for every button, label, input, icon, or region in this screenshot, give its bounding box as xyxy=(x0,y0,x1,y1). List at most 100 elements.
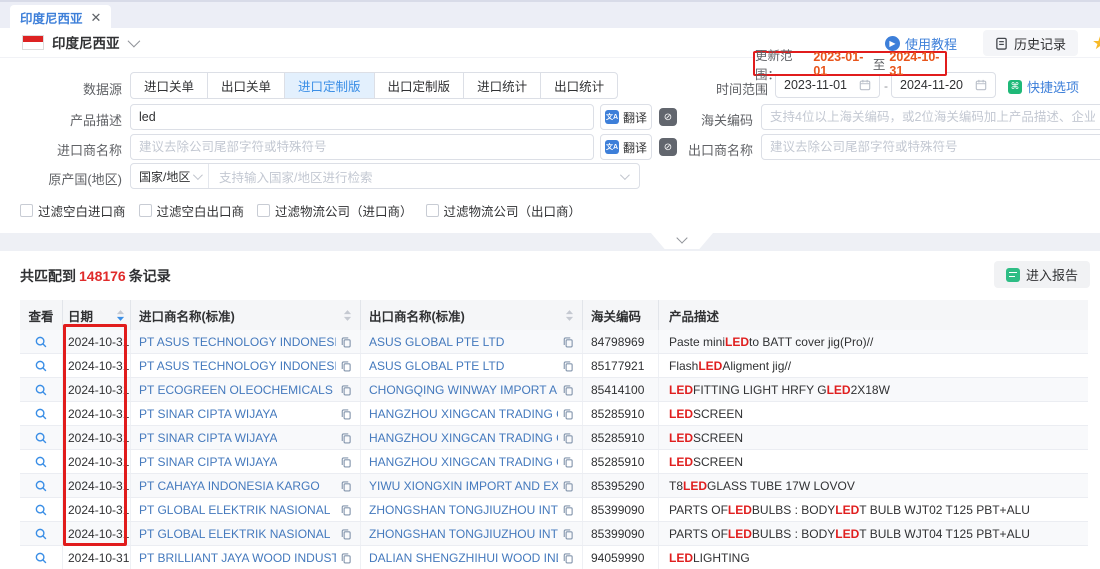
importer-link[interactable]: PT ASUS TECHNOLOGY INDONESIA BA... xyxy=(139,335,336,349)
view-detail-icon[interactable] xyxy=(34,335,48,349)
copy-icon[interactable] xyxy=(340,504,352,516)
highlighted-keyword: LED xyxy=(725,335,749,349)
view-detail-icon[interactable] xyxy=(34,503,48,517)
copy-icon[interactable] xyxy=(562,432,574,444)
checkbox-icon[interactable] xyxy=(257,204,270,217)
exporter-link[interactable]: DALIAN SHENGZHIHUI WOOD INDUST... xyxy=(369,551,558,565)
tab-indonesia[interactable]: 印度尼西亚 ✕ xyxy=(10,5,111,30)
importer-link[interactable]: PT SINAR CIPTA WIJAYA xyxy=(139,407,277,421)
copy-icon[interactable] xyxy=(340,552,352,564)
copy-icon[interactable] xyxy=(562,528,574,540)
exporter-link[interactable]: ASUS GLOBAL PTE LTD xyxy=(369,335,504,349)
view-detail-icon[interactable] xyxy=(34,383,48,397)
exporter-link[interactable]: ZHONGSHAN TONGJIUZHOU INTERNA... xyxy=(369,503,558,517)
importer-name-input[interactable] xyxy=(130,134,594,160)
filter-checkbox[interactable]: 过滤空白出口商 xyxy=(139,201,245,220)
column-header[interactable]: 日期 xyxy=(63,300,131,330)
copy-icon[interactable] xyxy=(340,432,352,444)
copy-icon[interactable] xyxy=(562,552,574,564)
view-detail-icon[interactable] xyxy=(34,407,48,421)
exporter-link[interactable]: HANGZHOU XINGCAN TRADING CO LTD xyxy=(369,431,558,445)
view-cell xyxy=(20,378,63,401)
view-detail-icon[interactable] xyxy=(34,455,48,469)
filter-checkbox[interactable]: 过滤物流公司（进口商） xyxy=(257,201,413,220)
hs-code-input[interactable] xyxy=(761,104,1100,130)
filter-checkbox[interactable]: 过滤物流公司（出口商） xyxy=(426,201,582,220)
star-icon[interactable]: ★ xyxy=(1092,33,1100,54)
country-selector[interactable]: 印度尼西亚 xyxy=(22,32,137,52)
exporter-cell: YIWU XIONGXIN IMPORT AND EXPORT... xyxy=(361,474,583,497)
data-source-tab[interactable]: 出口定制版 xyxy=(374,72,465,99)
chevron-down-icon[interactable] xyxy=(620,167,639,185)
data-source-tab[interactable]: 出口统计 xyxy=(540,72,618,99)
sort-icon[interactable] xyxy=(565,309,574,322)
copy-icon[interactable] xyxy=(340,336,352,348)
importer-link[interactable]: PT ASUS TECHNOLOGY INDONESIA BA... xyxy=(139,359,336,373)
copy-icon[interactable] xyxy=(562,336,574,348)
copy-icon[interactable] xyxy=(340,456,352,468)
enter-report-button[interactable]: 进入报告 xyxy=(994,261,1090,288)
copy-icon[interactable] xyxy=(340,480,352,492)
importer-link[interactable]: PT SINAR CIPTA WIJAYA xyxy=(139,431,277,445)
copy-icon[interactable] xyxy=(562,408,574,420)
exporter-link[interactable]: HANGZHOU XINGCAN TRADING CO LTD xyxy=(369,455,558,469)
copy-icon[interactable] xyxy=(340,360,352,372)
column-header[interactable]: 进口商名称(标准) xyxy=(131,300,361,330)
exporter-link[interactable]: YIWU XIONGXIN IMPORT AND EXPORT... xyxy=(369,479,558,493)
checkbox-icon[interactable] xyxy=(426,204,439,217)
origin-search-input[interactable]: 支持输入国家/地区进行检索 xyxy=(209,167,620,186)
translate-button[interactable]: 文A 翻译 xyxy=(600,134,652,160)
checkbox-label: 过滤物流公司（出口商） xyxy=(444,201,582,220)
copy-icon[interactable] xyxy=(562,456,574,468)
copy-icon[interactable] xyxy=(562,360,574,372)
importer-name-label: 进口商名称 xyxy=(20,140,122,159)
desc-text: T BULB WJT04 T125 PBT+ALU xyxy=(859,527,1030,541)
sort-icon[interactable] xyxy=(116,309,125,322)
column-header[interactable]: 出口商名称(标准) xyxy=(361,300,583,330)
origin-type-select[interactable]: 国家/地区 xyxy=(131,164,209,188)
importer-link[interactable]: PT CAHAYA INDONESIA KARGO xyxy=(139,479,320,493)
column-header: 产品描述 xyxy=(659,300,1088,330)
importer-link[interactable]: PT BRILLIANT JAYA WOOD INDUSTRY xyxy=(139,551,336,565)
filter-checkbox[interactable]: 过滤空白进口商 xyxy=(20,201,126,220)
exporter-link[interactable]: HANGZHOU XINGCAN TRADING CO LTD xyxy=(369,407,558,421)
copy-icon[interactable] xyxy=(340,384,352,396)
view-detail-icon[interactable] xyxy=(34,431,48,445)
data-source-tab[interactable]: 进口定制版 xyxy=(284,72,375,99)
view-detail-icon[interactable] xyxy=(34,527,48,541)
product-desc-input[interactable] xyxy=(130,104,594,130)
copy-icon[interactable] xyxy=(562,384,574,396)
close-icon[interactable]: ✕ xyxy=(91,11,102,24)
data-source-tab[interactable]: 进口统计 xyxy=(463,72,541,99)
copy-icon[interactable] xyxy=(562,480,574,492)
checkbox-icon[interactable] xyxy=(20,204,33,217)
translate-button[interactable]: 文A 翻译 xyxy=(600,104,652,130)
update-range-end: 2024-10-31 xyxy=(889,50,945,78)
highlighted-keyword: LED xyxy=(728,527,752,541)
exporter-name-input[interactable] xyxy=(761,134,1100,160)
view-detail-icon[interactable] xyxy=(34,479,48,493)
history-button[interactable]: 历史记录 xyxy=(983,30,1078,56)
exporter-link[interactable]: ZHONGSHAN TONGJIUZHOU INTERNA... xyxy=(369,527,558,541)
exporter-link[interactable]: CHONGQING WINWAY IMPORT AND E... xyxy=(369,383,558,397)
data-source-tab[interactable]: 进口关单 xyxy=(130,72,208,99)
view-detail-icon[interactable] xyxy=(34,551,48,565)
importer-link[interactable]: PT GLOBAL ELEKTRIK NASIONAL xyxy=(139,503,330,517)
checkbox-icon[interactable] xyxy=(139,204,152,217)
desc-text: SCREEN xyxy=(693,455,743,469)
copy-icon[interactable] xyxy=(562,504,574,516)
importer-link[interactable]: PT SINAR CIPTA WIJAYA xyxy=(139,455,277,469)
exporter-link[interactable]: ASUS GLOBAL PTE LTD xyxy=(369,359,504,373)
sort-icon[interactable] xyxy=(343,309,352,322)
importer-link[interactable]: PT GLOBAL ELEKTRIK NASIONAL xyxy=(139,527,330,541)
count-prefix: 共匹配到 xyxy=(20,268,76,284)
quick-options-link[interactable]: ⌘ 快捷选项 xyxy=(1008,77,1079,96)
importer-cell: PT SINAR CIPTA WIJAYA xyxy=(131,450,361,473)
view-detail-icon[interactable] xyxy=(34,359,48,373)
copy-icon[interactable] xyxy=(340,408,352,420)
data-source-tab[interactable]: 出口关单 xyxy=(207,72,285,99)
copy-icon[interactable] xyxy=(340,528,352,540)
importer-cell: PT GLOBAL ELEKTRIK NASIONAL xyxy=(131,498,361,521)
view-cell xyxy=(20,522,63,545)
importer-link[interactable]: PT ECOGREEN OLEOCHEMICALS xyxy=(139,383,333,397)
